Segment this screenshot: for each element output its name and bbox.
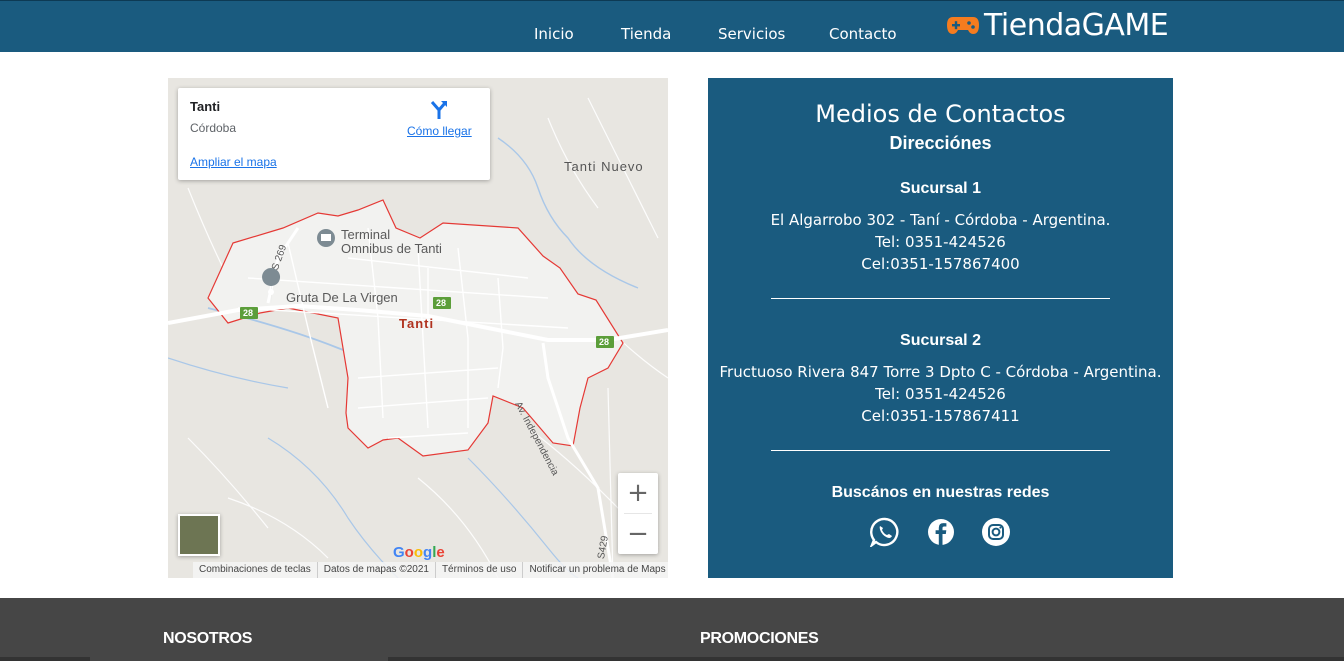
map-attribution-bar: Combinaciones de teclas Datos de mapas ©… bbox=[193, 562, 668, 578]
nav-servicios-link[interactable]: Servicios bbox=[718, 25, 785, 43]
zoom-controls: + − bbox=[618, 473, 658, 554]
contact-subtitle: Direcciónes bbox=[889, 133, 992, 153]
map-info-card: Tanti Córdoba Ampliar el mapa Cómo llega… bbox=[178, 88, 490, 180]
footer-scroll-segment bbox=[388, 657, 1344, 661]
contact-panel: Medios de Contactos Direcciónes Sucursal… bbox=[708, 78, 1173, 578]
terms-link[interactable]: Términos de uso bbox=[434, 562, 522, 578]
map-label-tanti: Tanti bbox=[399, 316, 435, 331]
map-label-gruta: Gruta De La Virgen bbox=[286, 290, 398, 305]
branch-divider bbox=[771, 298, 1110, 299]
whatsapp-icon[interactable] bbox=[870, 517, 900, 547]
branch-1-cel: Cel:0351-157867400 bbox=[861, 255, 1020, 273]
footer-promociones-heading: PROMOCIONES bbox=[700, 630, 819, 647]
embedded-map[interactable]: 28 28 28 Tanti Nuevo Terminal Omnibus de… bbox=[168, 78, 668, 578]
page-footer: NOSOTROS PROMOCIONES bbox=[0, 598, 1344, 661]
branch-divider bbox=[771, 450, 1110, 451]
map-place-name: Tanti bbox=[190, 99, 221, 114]
footer-nosotros-heading: NOSOTROS bbox=[163, 630, 253, 647]
map-label-route-28: 28 bbox=[243, 308, 254, 318]
google-logo: Google bbox=[393, 544, 445, 561]
branch-1-name: Sucursal 1 bbox=[900, 180, 981, 197]
directions-icon[interactable] bbox=[428, 98, 450, 120]
map-place-region: Córdoba bbox=[190, 121, 237, 135]
map-label-route-28-c: 28 bbox=[599, 337, 610, 347]
nav-tienda-link[interactable]: Tienda bbox=[621, 25, 671, 43]
report-problem-link[interactable]: Notificar un problema de Maps bbox=[522, 562, 668, 578]
top-navbar: Inicio Tienda Servicios Contacto TiendaG… bbox=[0, 0, 1344, 52]
branch-2-cel: Cel:0351-157867411 bbox=[861, 407, 1020, 425]
facebook-icon[interactable] bbox=[926, 517, 956, 547]
gamepad-icon bbox=[947, 17, 979, 34]
zoom-out-button[interactable]: − bbox=[618, 514, 658, 554]
enlarge-map-link[interactable]: Ampliar el mapa bbox=[190, 155, 277, 169]
social-title: Buscános en nuestras redes bbox=[831, 484, 1050, 501]
branch-1-tel: Tel: 0351-424526 bbox=[875, 233, 1006, 251]
footer-scroll-segment bbox=[0, 657, 90, 661]
directions-link[interactable]: Cómo llegar bbox=[407, 124, 472, 138]
branch-2-name: Sucursal 2 bbox=[900, 332, 981, 349]
site-logo[interactable]: TiendaGAME bbox=[946, 7, 1169, 43]
logo-text: TiendaGAME bbox=[984, 7, 1169, 43]
keyboard-shortcuts-link[interactable]: Combinaciones de teclas bbox=[193, 562, 317, 578]
instagram-icon[interactable] bbox=[981, 517, 1011, 547]
nav-contacto-link[interactable]: Contacto bbox=[829, 25, 897, 43]
terminal-pin[interactable] bbox=[317, 229, 335, 247]
map-label-terminal-2: Omnibus de Tanti bbox=[341, 241, 442, 256]
zoom-in-button[interactable]: + bbox=[618, 473, 658, 513]
map-label-route-28-b: 28 bbox=[436, 298, 447, 308]
branch-2-tel: Tel: 0351-424526 bbox=[875, 385, 1006, 403]
branch-2-address: Fructuoso Rivera 847 Torre 3 Dpto C - Có… bbox=[719, 363, 1162, 381]
map-label-terminal: Terminal bbox=[341, 227, 391, 242]
nav-inicio-link[interactable]: Inicio bbox=[534, 25, 574, 43]
contact-title: Medios de Contactos bbox=[815, 100, 1066, 128]
map-data-text: Datos de mapas ©2021 bbox=[316, 562, 435, 578]
map-label-tanti-nuevo: Tanti Nuevo bbox=[564, 159, 644, 174]
branch-1-address: El Algarrobo 302 - Taní - Córdoba - Arge… bbox=[770, 211, 1111, 229]
satellite-view-toggle[interactable] bbox=[178, 514, 220, 556]
